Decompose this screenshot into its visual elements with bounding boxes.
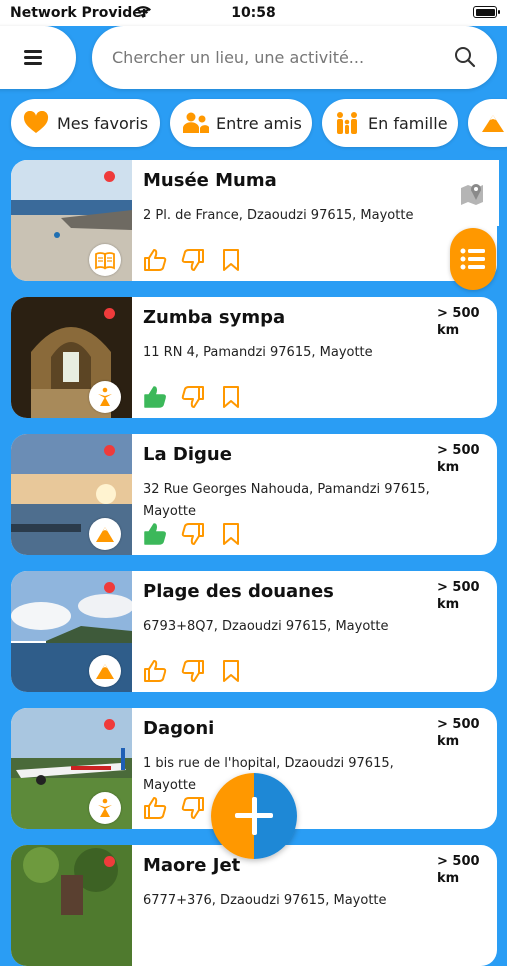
map-view-button[interactable] — [449, 160, 499, 226]
category-badge — [89, 518, 121, 550]
bookmark-icon[interactable] — [218, 384, 244, 410]
map-icon — [459, 180, 485, 210]
place-address: 11 RN 4, Pamandzi 97615, Mayotte — [143, 345, 373, 360]
status-dot — [104, 308, 115, 319]
bookmark-icon[interactable] — [218, 247, 244, 273]
thumbs-up-icon[interactable] — [142, 795, 168, 821]
filter-chip-family[interactable]: En famille — [322, 99, 458, 147]
filter-chip-label: Entre amis — [216, 114, 302, 133]
place-distance: > 500 km — [437, 717, 480, 749]
dance-icon — [98, 798, 112, 817]
book-icon — [95, 252, 115, 270]
status-dot — [104, 856, 115, 867]
status-dot — [104, 445, 115, 456]
thumbs-up-icon[interactable] — [142, 521, 168, 547]
search-input[interactable]: Chercher un lieu, une activité... — [112, 48, 364, 67]
search-bar[interactable]: Chercher un lieu, une activité... — [92, 26, 497, 89]
bookmark-icon[interactable] — [218, 521, 244, 547]
hamburger-icon — [24, 50, 42, 65]
place-card[interactable]: Plage des douanes 6793+8Q7, Dzaoudzi 976… — [11, 571, 497, 692]
bookmark-icon[interactable] — [218, 658, 244, 684]
filter-chip-friends[interactable]: Entre amis — [170, 99, 312, 147]
dance-icon — [98, 387, 112, 406]
place-address: 32 Rue Georges Nahouda, Pamandzi 97615, … — [143, 482, 430, 519]
thumbs-up-icon[interactable] — [142, 384, 168, 410]
list-icon — [460, 247, 486, 275]
place-card[interactable]: La Digue 32 Rue Georges Nahouda, Pamandz… — [11, 434, 497, 555]
thumbs-up-icon[interactable] — [142, 247, 168, 273]
category-badge — [89, 381, 121, 413]
place-title: La Digue — [143, 444, 232, 465]
mountain-icon — [96, 527, 114, 542]
place-distance: > 500 km — [437, 580, 480, 612]
place-distance: > 500 km — [437, 306, 480, 338]
status-dot — [104, 582, 115, 593]
place-title: Plage des douanes — [143, 581, 334, 602]
place-address: 2 Pl. de France, Dzaoudzi 97615, Mayotte — [143, 208, 414, 223]
place-card[interactable]: Musée Muma 2 Pl. de France, Dzaoudzi 976… — [11, 160, 497, 281]
thumbs-down-icon[interactable] — [180, 795, 206, 821]
thumbs-down-icon[interactable] — [180, 521, 206, 547]
friends-icon — [182, 111, 209, 135]
filter-chip-label: En famille — [368, 114, 448, 133]
place-title: Musée Muma — [143, 170, 277, 191]
category-badge — [89, 655, 121, 687]
search-icon[interactable] — [453, 45, 477, 69]
place-address: 6793+8Q7, Dzaoudzi 97615, Mayotte — [143, 619, 389, 634]
clock: 10:58 — [231, 5, 276, 21]
place-card[interactable]: Maore Jet 6777+376, Dzaoudzi 97615, Mayo… — [11, 845, 497, 966]
place-card[interactable]: Zumba sympa 11 RN 4, Pamandzi 97615, May… — [11, 297, 497, 418]
mountain-icon — [96, 664, 114, 679]
mountain-icon — [480, 111, 506, 135]
filter-chip-label: Mes favoris — [57, 114, 149, 133]
menu-button[interactable] — [0, 26, 76, 89]
status-dot — [104, 171, 115, 182]
filter-chip-favorites[interactable]: Mes favoris — [11, 99, 160, 147]
add-place-button[interactable] — [211, 773, 297, 859]
battery-icon — [473, 6, 500, 18]
place-address: 6777+376, Dzaoudzi 97615, Mayotte — [143, 893, 387, 908]
place-title: Dagoni — [143, 718, 215, 739]
status-bar: Network Provider 10:58 — [0, 0, 507, 26]
thumbs-down-icon[interactable] — [180, 658, 206, 684]
status-dot — [104, 719, 115, 730]
category-badge — [89, 792, 121, 824]
thumbs-up-icon[interactable] — [142, 658, 168, 684]
filter-chip-nature[interactable] — [468, 99, 507, 147]
thumbs-down-icon[interactable] — [180, 384, 206, 410]
place-distance: > 500 km — [437, 443, 480, 475]
heart-icon — [23, 110, 49, 135]
family-icon — [334, 111, 360, 135]
place-title: Zumba sympa — [143, 307, 286, 328]
thumbs-down-icon[interactable] — [180, 247, 206, 273]
place-distance: > 500 km — [437, 854, 480, 886]
list-view-button[interactable] — [450, 228, 496, 290]
category-badge — [89, 244, 121, 276]
